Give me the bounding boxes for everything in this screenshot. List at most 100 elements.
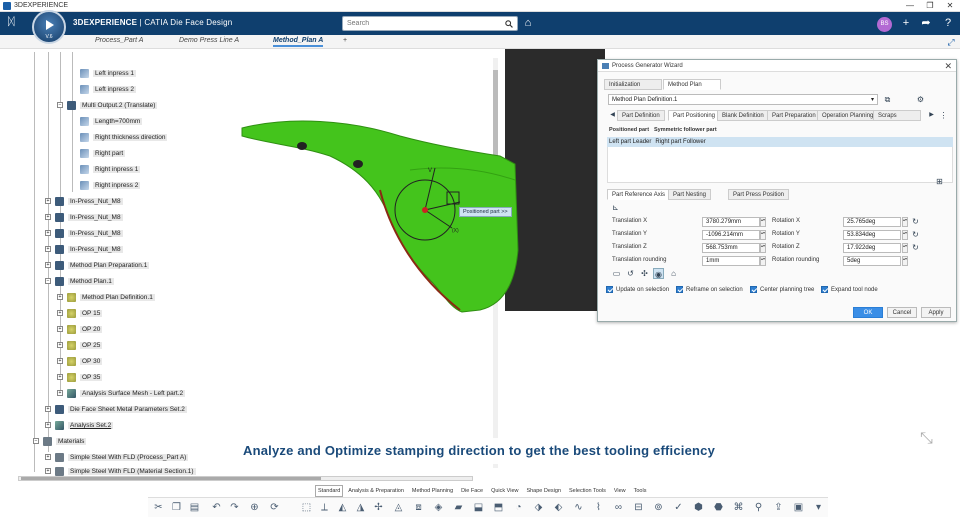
translation-y-field[interactable]: -1096.214mm [702,230,760,240]
translation-x-field[interactable]: 3780.279mm [702,217,760,227]
translation-x-spinner[interactable]: ▴▾ [760,217,766,227]
expand-node-icon[interactable]: + [45,198,51,205]
expand-node-icon[interactable]: + [45,246,51,253]
positioned-part-label[interactable]: Positioned part >> [459,207,512,217]
subtab-scraps[interactable]: Scraps [873,110,921,121]
share-icon[interactable]: ➦ [919,16,933,30]
sweep-icon[interactable]: ⌇ [592,502,605,514]
analysis-tool-icon[interactable]: ⊚ [652,502,665,514]
translation-y-spinner[interactable]: ▴▾ [760,230,766,240]
tree-item[interactable]: + OP 30 [57,356,103,368]
tree-item[interactable]: Right inpress 1 [80,164,141,176]
loop-icon[interactable]: ∞ [612,502,625,514]
more-tools-icon[interactable]: ▾ [812,502,825,514]
rotation-x-spinner[interactable]: ▴▾ [902,217,908,227]
press-icon[interactable]: ⬣ [712,502,725,514]
expand-node-icon[interactable]: + [45,422,51,429]
expand-node-icon[interactable]: + [57,374,63,381]
tab-die-face[interactable]: Die Face [458,485,486,497]
expand-node-icon[interactable]: + [57,294,63,301]
collapse-icon[interactable]: − [33,438,39,445]
search-icon[interactable] [505,20,513,28]
list-item[interactable]: Left part Leader Right part Follower [607,137,953,147]
play-icon[interactable] [46,20,54,30]
minimize-button[interactable]: — [900,0,920,12]
scrap-icon[interactable]: ⌘ [732,502,745,514]
tab-analysis-preparation[interactable]: Analysis & Preparation [345,485,407,497]
mesh-tool-icon[interactable]: ⧈ [412,502,425,514]
rotation-x-field[interactable]: 25.765deg [843,217,901,227]
measure-icon[interactable]: ⟂ [318,502,331,514]
tree-item[interactable]: − Materials [33,436,87,448]
avatar[interactable]: BS [877,17,892,32]
undo-toolbar-icon[interactable]: ↶ [210,502,223,514]
ok-button[interactable]: OK [853,307,883,318]
export-icon[interactable]: ⇪ [772,502,785,514]
collapse-icon[interactable]: − [45,278,51,285]
tab-tools[interactable]: Tools [631,485,650,497]
paste-icon[interactable]: ▤ [188,502,201,514]
search-box[interactable] [342,16,518,31]
tab-selection-tools[interactable]: Selection Tools [566,485,609,497]
extrude-icon[interactable]: ▰ [452,502,465,514]
tree-item[interactable]: + Analysis Set.2 [45,420,114,432]
expand-node-icon[interactable]: + [45,230,51,237]
tree-item[interactable]: + OP 25 [57,340,103,352]
tree-item[interactable]: Right thickness direction [80,132,168,144]
maximize-button[interactable]: ❐ [920,0,940,12]
method-plan-select[interactable]: Method Plan Definition.1 ▾ [608,94,878,105]
tree-item[interactable]: + Method Plan Preparation.1 [45,260,150,272]
rotate-x-icon[interactable]: ↻ [910,216,921,227]
tab-initialization[interactable]: Initialization [604,79,662,90]
subtab-blank-definition[interactable]: Blank Definition [717,110,769,121]
search-input[interactable] [343,17,493,30]
robot-icon[interactable]: ◉ [653,268,664,279]
apply-button[interactable]: Apply [921,307,951,318]
tree-item[interactable]: + OP 15 [57,308,103,320]
rotation-y-field[interactable]: 53.834deg [843,230,901,240]
expand-node-icon[interactable]: + [57,326,63,333]
frame-icon[interactable]: ▭ [611,268,622,279]
scrollbar-thumb[interactable] [21,477,321,480]
tab-process-part[interactable]: Process_Part A [95,37,143,44]
tag-icon[interactable]: ⌂ [521,16,535,30]
flange-icon[interactable]: ⬓ [472,502,485,514]
tab-part-press-position[interactable]: Part Press Position [728,189,790,200]
update-on-selection-checkbox[interactable]: Update on selection [606,286,669,295]
close-window-button[interactable]: ✕ [940,0,960,12]
die-face-icon[interactable]: ◭ [336,502,349,514]
more-icon[interactable]: ⋮ [938,110,949,121]
project-icon[interactable]: ⬗ [532,502,545,514]
expand-node-icon[interactable]: + [57,390,63,397]
expand-node-icon[interactable]: + [45,214,51,221]
tab-shape-design[interactable]: Shape Design [523,485,564,497]
tree-item[interactable]: Left inpress 1 [80,68,137,80]
translation-rounding-field[interactable]: 1mm [702,256,760,266]
axis-system-icon[interactable]: ✢ [372,502,385,514]
settings-icon[interactable]: ⚙ [915,94,926,105]
scroll-right-icon[interactable]: ▶ [926,110,937,121]
save-icon[interactable]: ▣ [792,502,805,514]
translation-z-field[interactable]: 568.753mm [702,243,760,253]
blend-icon[interactable]: ◈ [432,502,445,514]
rotation-z-field[interactable]: 17.922deg [843,243,901,253]
cut-icon[interactable]: ✂ [152,502,165,514]
surface-icon[interactable]: ◬ [392,502,405,514]
tree-item[interactable]: − Multi Output.2 (Translate) [57,100,158,112]
select-icon[interactable]: ⬚ [300,502,313,514]
tree-item[interactable]: Left inpress 2 [80,84,137,96]
help-icon[interactable]: ? [941,16,955,30]
copy-icon[interactable]: ❐ [170,502,183,514]
center-planning-tree-checkbox[interactable]: Center planning tree [750,286,814,295]
stamp-icon[interactable]: ⬢ [692,502,705,514]
tree-item[interactable]: Length=700mm [80,116,143,128]
tab-standard[interactable]: Standard [315,485,344,497]
view-compass-icon[interactable]: ⤡ [920,430,942,452]
expand-node-icon[interactable]: + [45,468,51,475]
tab-method-plan-wizard[interactable]: Method Plan [663,79,721,90]
reframe-on-selection-checkbox[interactable]: Reframe on selection [676,286,743,295]
zoom-icon[interactable]: ⊕ [248,502,261,514]
expand-node-icon[interactable]: + [57,358,63,365]
tab-method-planning[interactable]: Method Planning [409,485,456,497]
tree-item[interactable]: + Die Face Sheet Metal Parameters Set.2 [45,404,187,416]
